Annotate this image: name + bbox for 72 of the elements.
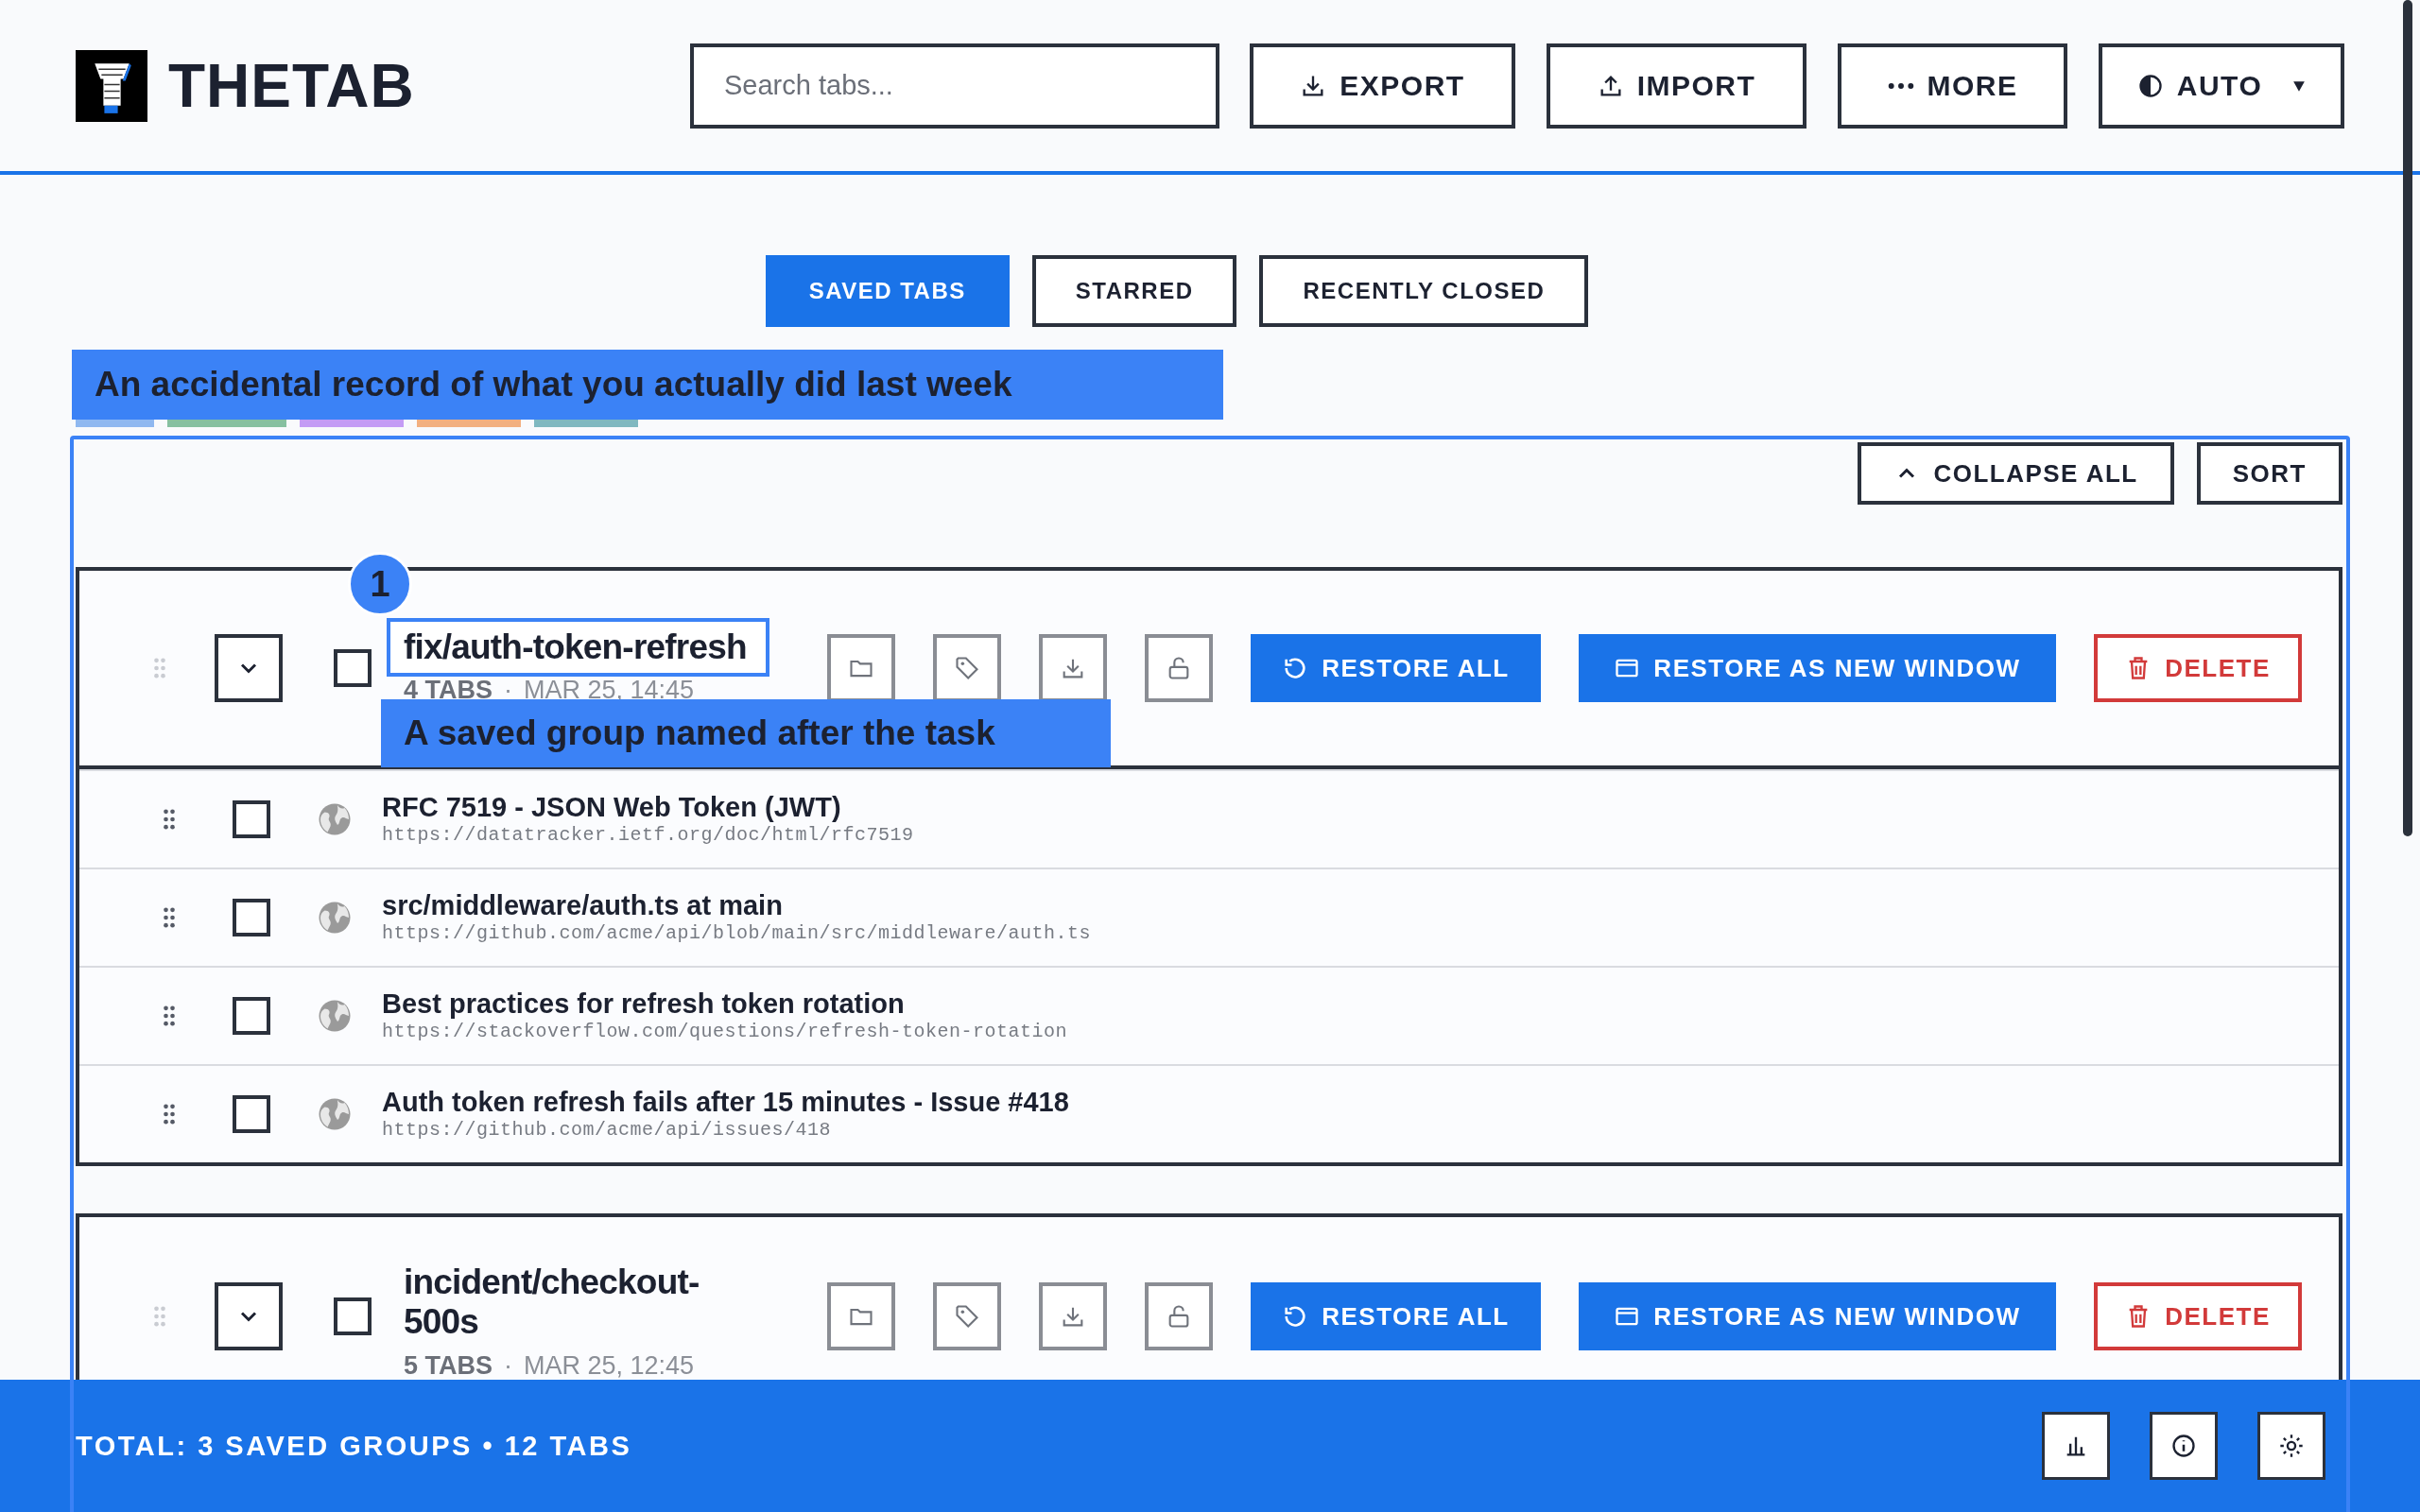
checkbox[interactable] [233,800,270,838]
settings-button[interactable] [2257,1412,2325,1480]
collapse-all-button[interactable]: COLLAPSE ALL [1858,442,2174,505]
view-tab[interactable]: RECENTLY CLOSED [1259,255,1589,327]
tab-title-link[interactable]: Best practices for refresh token rotation [382,988,1068,1020]
tab-url: https://github.com/acme/api/issues/418 [382,1119,833,1142]
app-title: THETAB [168,50,415,121]
caption-tooltip: A saved group named after the task [381,699,1111,767]
restore-all-button[interactable]: RESTORE ALL [1251,1282,1541,1350]
tab-title-link[interactable]: Auth token refresh fails after 15 minutes - Issue #418 [382,1087,1069,1118]
tag-icon [954,1303,980,1330]
contrast-icon [2136,72,2164,99]
sort-button[interactable]: SORT [2196,442,2342,505]
view-tab[interactable]: SAVED TABS [765,255,1010,327]
settings-icon [2278,1433,2305,1459]
drag-handle-icon[interactable] [163,808,176,831]
checkbox[interactable] [334,1297,372,1335]
restore-window-button[interactable]: RESTORE AS NEW WINDOW [1579,634,2056,702]
expand-toggle[interactable] [215,634,283,702]
step-number-tooltip: 1 [348,552,412,616]
download-button[interactable] [1039,634,1107,702]
globe-icon [318,1097,352,1131]
tab-url: https://stackoverflow.com/questions/refresh-token-rotation [382,1021,1068,1043]
group-title: incident/checkout-500s [403,1261,700,1344]
caption-tooltip: An accidental record of what you actually did last week [72,350,1223,420]
lock-button[interactable] [1145,634,1213,702]
logo-icon [76,49,147,122]
group-title: fix/auth-token-refresh [387,617,769,678]
group-date: MAR 25, 12:45 [524,1351,695,1380]
total-summary: TOTAL: 3 SAVED GROUPS • 12 TABS [76,1430,632,1462]
tag-button[interactable] [933,1282,1001,1350]
stats-button[interactable] [2042,1412,2110,1480]
tag-button[interactable] [933,634,1001,702]
more-button[interactable]: MORE [1838,43,2067,129]
drag-handle-icon[interactable] [163,906,176,929]
globe-icon [318,802,352,836]
tab-title-link[interactable]: src/middleware/auth.ts at main [382,890,1092,921]
drag-handle-icon[interactable] [163,1005,176,1027]
drag-handle-icon[interactable] [153,1305,166,1328]
tab-url: https://github.com/acme/api/blob/main/src/middleware/auth.ts [382,922,1092,945]
globe-icon [318,999,352,1033]
drag-handle-icon[interactable] [153,657,166,679]
folder-button[interactable] [827,1282,895,1350]
export-button[interactable]: EXPORT [1250,43,1515,129]
tab-url: https://datatracker.ietf.org/doc/html/rfc7519 [382,824,914,847]
folder-button[interactable] [827,634,895,702]
lock-button[interactable] [1145,1282,1213,1350]
theme-button[interactable]: AUTO [2099,43,2344,129]
separator-dot: · [504,1351,512,1380]
info-button[interactable] [2150,1412,2218,1480]
download-button[interactable] [1039,1282,1107,1350]
import-button[interactable]: IMPORT [1547,43,1806,129]
delete-button[interactable]: DELETE [2094,634,2302,702]
view-tab[interactable]: STARRED [1031,255,1237,327]
expand-toggle[interactable] [215,1282,283,1350]
ellipsis-icon [1887,81,1914,90]
search-field[interactable]: Search tabs... [690,43,1219,129]
checkbox[interactable] [334,649,372,687]
restore-all-button[interactable]: RESTORE ALL [1251,634,1541,702]
checkbox[interactable] [233,997,270,1035]
checkbox[interactable] [233,899,270,936]
tag-icon [954,655,980,681]
info-icon [2170,1433,2197,1459]
globe-icon [318,901,352,935]
delete-button[interactable]: DELETE [2094,1282,2302,1350]
checkbox[interactable] [233,1095,270,1133]
restore-window-button[interactable]: RESTORE AS NEW WINDOW [1579,1282,2056,1350]
scrollbar[interactable] [2403,0,2412,836]
drag-handle-icon[interactable] [163,1103,176,1125]
caret-icon [2292,78,2307,93]
tab-count: 5 TABS [404,1351,493,1380]
tab-title-link[interactable]: RFC 7519 - JSON Web Token (JWT) [382,792,914,823]
